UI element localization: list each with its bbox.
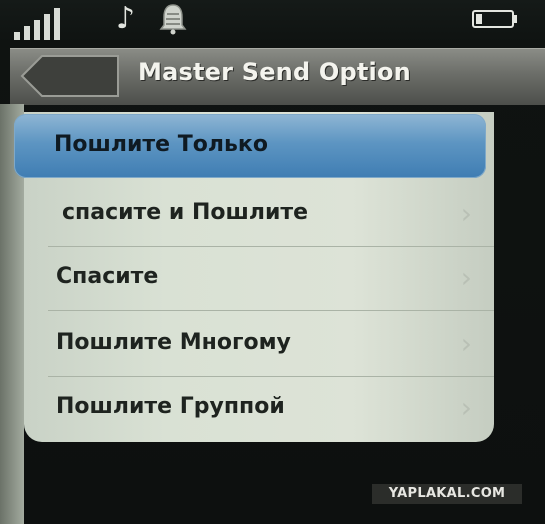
battery-icon [472, 10, 517, 28]
back-button[interactable] [20, 54, 120, 98]
chevron-right-icon: › [460, 327, 472, 360]
bell-icon [159, 4, 187, 35]
menu-item-label: Спасите [56, 264, 159, 289]
back-arrow-icon [20, 55, 119, 97]
page-title: Master Send Option [138, 58, 411, 86]
menu-item-label: Пошлите Только [54, 132, 268, 157]
menu-item-send-many[interactable]: Пошлите Многому › [48, 312, 494, 377]
menu-item-save-and-send[interactable]: спасите и Пошлите › [48, 182, 494, 247]
menu-item-save[interactable]: Спасите › [48, 246, 494, 311]
menu-item-send-only[interactable]: Пошлите Только [14, 114, 486, 178]
menu-item-label: спасите и Пошлите [62, 200, 309, 225]
watermark: YAPLAKAL.COM [372, 484, 522, 504]
menu-item-label: Пошлите Группой [56, 394, 285, 419]
menu-item-send-group[interactable]: Пошлите Группой › [48, 376, 494, 440]
chevron-right-icon: › [460, 197, 472, 230]
music-note-icon: ♪ [116, 1, 136, 36]
chevron-right-icon: › [460, 391, 472, 424]
chevron-right-icon: › [460, 261, 472, 294]
menu-item-label: Пошлите Многому [56, 330, 291, 355]
phone-screen: ♪ Master Send Option Пошлите Только спас… [0, 0, 545, 524]
status-bar: ♪ [0, 0, 545, 46]
signal-icon [14, 6, 74, 40]
